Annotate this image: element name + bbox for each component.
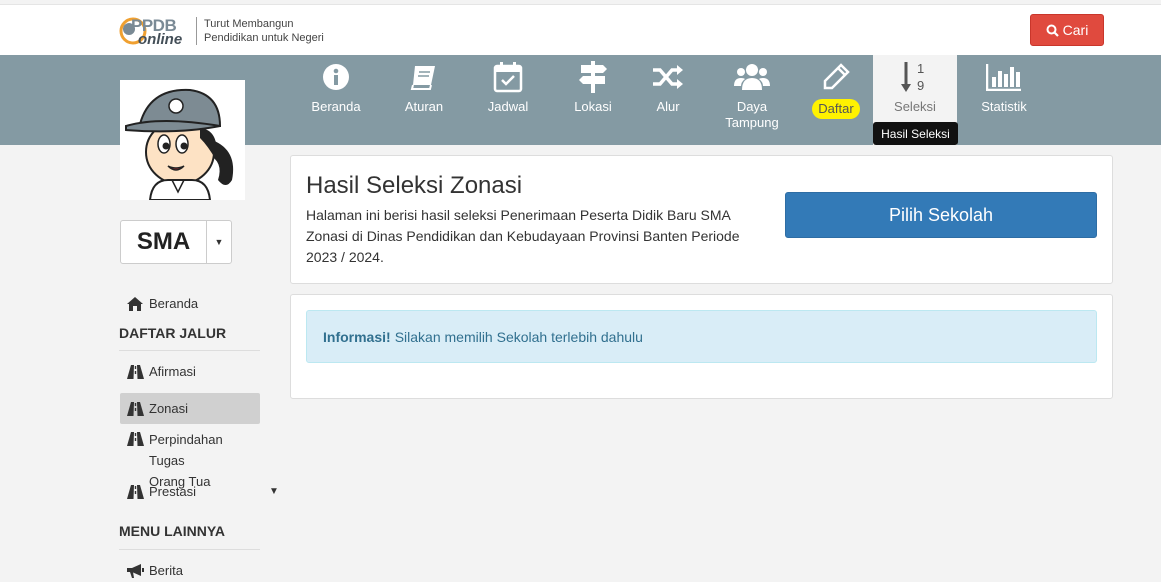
nav-daya-tampung[interactable]: Daya Tampung [710,55,794,145]
tagline: Turut Membangun Pendidikan untuk Negeri [196,17,324,45]
road-icon [127,485,144,499]
page-description-line-1: Halaman ini berisi hasil seleksi Penerim… [306,207,731,223]
seleksi-tooltip: Hasil Seleksi [873,122,958,145]
sidebar-item-beranda-label: Beranda [149,296,199,311]
bar-chart-icon [986,64,1021,91]
page-description-line-2: Zonasi di Dinas Pendidikan dan Kebudayaa… [306,228,740,244]
logo-online-text: online [138,31,183,48]
caret-down-icon[interactable]: ▼ [207,221,231,263]
sidebar-item-berita-label: Berita [149,563,183,578]
search-icon [1046,24,1059,37]
road-icon [127,432,144,446]
users-icon [734,64,770,90]
page-description: Halaman ini berisi hasil seleksi Penerim… [306,205,756,268]
nav-daftar[interactable]: Daftar [794,55,878,145]
home-icon [127,297,143,311]
svg-text:9: 9 [917,78,924,93]
sidebar-item-perpindahan-tugas[interactable]: Perpindahan Tugas Orang Tua [120,432,260,492]
school-level-value[interactable]: SMA [121,221,207,263]
sidebar-item-perpindahan-label-1: Perpindahan Tugas [149,432,223,468]
info-alert-strong: Informasi! [323,328,391,345]
nav-lokasi-label: Lokasi [574,99,612,114]
sidebar-item-afirmasi-label: Afirmasi [149,364,196,379]
page-title: Hasil Seleksi Zonasi [306,172,523,199]
sidebar-item-afirmasi[interactable]: Afirmasi [120,364,260,379]
sidebar-item-zonasi[interactable]: Zonasi [120,393,260,424]
nav-jadwal-label: Jadwal [487,99,529,114]
nav-daya-label: Daya [736,99,768,114]
sidebar-item-prestasi-label: Prestasi [149,484,196,499]
sidebar-divider [119,350,260,351]
calendar-check-icon [493,62,523,93]
mascot-image [120,80,245,200]
info-circle-icon [323,64,349,90]
signpost-icon [579,61,607,93]
nav-beranda[interactable]: Beranda [294,55,378,145]
road-icon [127,365,144,379]
random-icon [653,65,683,89]
nav-beranda-label: Beranda [311,99,361,114]
pilih-sekolah-button[interactable]: Pilih Sekolah [785,192,1097,238]
road-icon [127,402,144,416]
sidebar-heading-menu-lainnya: MENU LAINNYA [119,523,226,539]
book-icon [410,66,435,90]
pencil-icon [823,63,850,90]
search-button-label: Cari [1062,22,1089,38]
sidebar-item-zonasi-label: Zonasi [149,401,189,416]
ppdb-online-logo[interactable]: PPDB online [119,14,191,48]
nav-statistik[interactable]: Statistik [962,55,1046,145]
nav-tampung-label: Tampung [725,115,779,130]
top-bar: PPDB online Turut Membangun Pendidikan u… [0,4,1161,55]
info-alert-text: Silakan memilih Sekolah terlebih dahulu [394,328,643,345]
sidebar-item-beranda[interactable]: Beranda [120,296,260,311]
search-button[interactable]: Cari [1030,14,1104,46]
nav-jadwal[interactable]: Jadwal [466,55,550,145]
nav-alur[interactable]: Alur [626,55,710,145]
sidebar-item-prestasi[interactable]: Prestasi [120,484,260,499]
info-alert: Informasi! Silakan memilih Sekolah terle… [306,310,1097,363]
nav-seleksi-label: Seleksi [894,99,936,114]
nav-aturan[interactable]: Aturan [382,55,466,145]
nav-daftar-label: Daftar [812,99,860,119]
sidebar-item-berita[interactable]: Berita [120,563,260,578]
sidebar-heading-daftar-jalur: DAFTAR JALUR [119,325,227,341]
sort-numeric-icon: 19 [901,61,924,93]
nav-lokasi[interactable]: Lokasi [551,55,635,145]
nav-aturan-label: Aturan [404,99,444,114]
prestasi-caret-down-icon[interactable]: ▼ [269,486,279,497]
bullhorn-icon [127,564,144,578]
tagline-line-2: Pendidikan untuk Negeri [204,32,324,44]
svg-text:1: 1 [917,61,924,76]
nav-statistik-label: Statistik [981,99,1027,114]
sidebar-divider [119,549,260,550]
tagline-line-1: Turut Membangun [204,18,294,30]
page-description-line-3: 2023 / 2024. [306,249,384,265]
mascot-avatar [120,80,245,200]
school-level-dropdown[interactable]: SMA ▼ [120,220,232,264]
nav-alur-label: Alur [656,99,680,114]
